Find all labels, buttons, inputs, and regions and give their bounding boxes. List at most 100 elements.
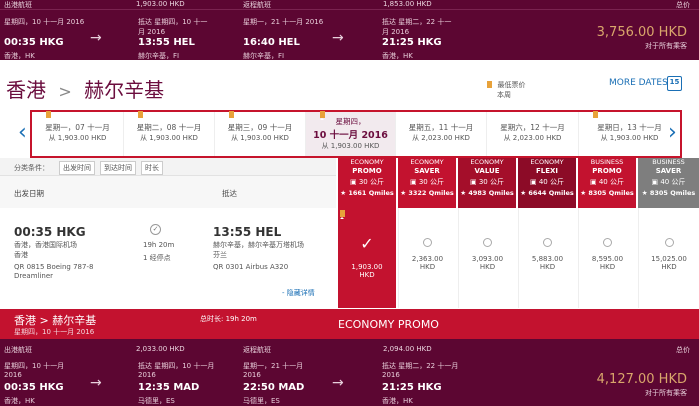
seg2-dep-place: 马德里，ES — [243, 397, 280, 405]
outbound-label: 出港航班 — [4, 346, 32, 354]
bookmark-icon — [320, 111, 325, 120]
more-dates-link[interactable]: MORE DATES — [609, 78, 668, 88]
hide-details-link[interactable]: - 隐藏详情 — [282, 288, 315, 298]
price-amount: 1,903.00 — [351, 263, 383, 271]
fare-name: SAVER — [414, 167, 440, 175]
flight-row[interactable]: 00:35 HKG 香港，香港国际机场 香港 QR 0815 Boeing 78… — [0, 208, 336, 308]
outbound-price: 2,033.00 HKD — [136, 345, 185, 353]
top-itinerary-summary[interactable]: 出港航班 1,903.00 HKD 返程航班 1,853.00 HKD 总价 星… — [0, 0, 699, 60]
date-label: 星期一，07 十一月 — [45, 123, 110, 132]
date-price: 从 2,023.00 HKD — [412, 134, 470, 142]
date-price: 从 1,903.00 HKD — [321, 142, 380, 150]
return-label: 返程航班 — [243, 346, 271, 354]
calendar-day-number: 15 — [669, 78, 680, 86]
arrow-right-icon: → — [90, 375, 102, 391]
price-cell[interactable]: 8,595.00 HKD — [578, 208, 636, 308]
price-cell[interactable]: 3,093.00 HKD — [458, 208, 516, 308]
price-cell[interactable]: 2,363.00 HKD — [398, 208, 456, 308]
radio-button[interactable] — [483, 238, 492, 247]
seg2-arr-date: 抵达 星期二，22 十一月 2016 — [382, 362, 459, 379]
fare-economy-value[interactable]: ECONOMY VALUE ▣ 30 公斤 ★ 4983 Qmiles — [458, 158, 516, 208]
baggage-icon: ▣ — [410, 178, 419, 186]
seg1-dep-place: 香港，HK — [4, 52, 35, 60]
return-label: 返程航班 — [243, 1, 271, 9]
flight-dep-city: 香港 — [14, 251, 28, 259]
outbound-price: 1,903.00 HKD — [136, 0, 185, 8]
date-option[interactable]: 星期三，09 十一月 从 1,903.00 HKD — [215, 111, 306, 156]
fare-economy-promo[interactable]: ECONOMY PROMO ▣ 30 公斤 ★ 1661 Qmiles — [338, 158, 396, 208]
clock-icon: ✓ — [150, 224, 161, 235]
seg1-arr-date: 抵达 星期四，10 十一月 2016 — [138, 18, 208, 36]
fare-business-saver[interactable]: BUSINESS SAVER ▣ 40 公斤 ★ 8305 Qmiles — [638, 158, 699, 208]
bottom-itinerary-summary[interactable]: 香港 > 赫尔辛基 星期四，10 十一月 2016 总时长: 19h 20m E… — [0, 309, 699, 406]
fare-baggage: 30 公斤 — [418, 178, 444, 186]
calendar-icon[interactable]: 15 — [667, 76, 682, 91]
date-selector: 星期一，07 十一月 从 1,903.00 HKD 星期二，08 十一月 从 1… — [30, 110, 682, 158]
fare-economy-flexi[interactable]: ECONOMY FLEXI ▣ 40 公斤 ★ 6644 Qmiles — [518, 158, 576, 208]
fare-miles: 3322 Qmiles — [408, 189, 454, 197]
price-cell[interactable]: 15,025.00 HKD — [638, 208, 699, 308]
flight-stops: 1 经停点 — [143, 254, 171, 262]
date-option-selected[interactable]: 星期四， 10 十一月 2016 从 1,903.00 HKD — [306, 111, 396, 156]
date-option[interactable]: 星期二，08 十一月 从 1,903.00 HKD — [124, 111, 215, 156]
date-price: 从 1,903.00 HKD — [231, 134, 289, 142]
price-amount: 3,093.00 — [471, 255, 504, 263]
next-dates-chevron-icon[interactable]: › — [668, 120, 677, 145]
seg1-dep-place: 香港，HK — [4, 397, 35, 405]
fare-cabin: BUSINESS — [652, 158, 685, 166]
radio-button[interactable] — [664, 238, 674, 247]
price-cell-selected[interactable]: ✓ 1,903.00 HKD — [338, 208, 396, 308]
next-itinerary-summary[interactable]: 出港航班 2,033.00 HKD 返程航班 2,094.00 HKD 总价 星… — [0, 339, 699, 406]
radio-button[interactable] — [543, 238, 552, 247]
date-price: 从 1,903.00 HKD — [48, 134, 107, 142]
fare-miles: 1661 Qmiles — [348, 189, 394, 197]
route-from: 香港 — [6, 78, 46, 102]
flight-arr-time: 13:55 HEL — [213, 225, 282, 239]
date-label: 星期五，11 十一月 — [408, 123, 474, 132]
flight-arr-airport: 赫尔辛基，赫尔辛基万塔机场 — [213, 241, 304, 249]
fare-miles: 6644 Qmiles — [528, 189, 574, 197]
baggage-icon: ▣ — [350, 178, 359, 186]
sort-arrival-button[interactable]: 到达时间 — [100, 161, 136, 175]
radio-button[interactable] — [423, 238, 432, 247]
fare-economy-saver[interactable]: ECONOMY SAVER ▣ 30 公斤 ★ 3322 Qmiles — [398, 158, 456, 208]
bookmark-icon — [46, 111, 51, 120]
prev-dates-chevron-icon[interactable]: ‹ — [18, 120, 27, 145]
total-label: 总价 — [676, 1, 690, 9]
date-label: 星期日，13 十一月 — [597, 123, 662, 132]
price-currency: HKD — [479, 263, 496, 271]
selected-fare-name: ECONOMY PROMO — [338, 318, 439, 331]
fare-miles: 4983 Qmiles — [468, 189, 514, 197]
bookmark-icon — [487, 81, 492, 90]
seg2-arr-time: 21:25 HKG — [382, 37, 442, 48]
fare-cabin: ECONOMY — [470, 158, 504, 166]
fare-cabin: ECONOMY — [350, 158, 384, 166]
route-title: 香港 > 赫尔辛基 — [6, 74, 164, 103]
date-option[interactable]: 星期六，12 十一月 从 2,023.00 HKD — [487, 112, 579, 156]
date-price: 从 1,903.00 HKD — [600, 134, 659, 142]
selected-duration: 总时长: 19h 20m — [200, 315, 257, 323]
fare-business-promo[interactable]: BUSINESS PROMO ▣ 40 公斤 ★ 8305 Qmiles — [578, 158, 636, 208]
bookmark-icon — [138, 111, 143, 120]
fare-name: VALUE — [474, 167, 500, 175]
radio-button[interactable] — [603, 238, 612, 247]
date-price: 从 2,023.00 HKD — [503, 134, 562, 142]
seg2-arr-date: 抵达 星期二，22 十一月 2016 — [382, 18, 452, 36]
summary-header — [0, 0, 699, 10]
sort-bar — [0, 158, 336, 176]
date-option[interactable]: 星期日，13 十一月 从 1,903.00 HKD — [579, 111, 680, 156]
baggage-icon: ▣ — [590, 178, 599, 186]
price-amount: 8,595.00 — [591, 255, 624, 263]
column-header — [0, 176, 336, 208]
seg2-dep-time: 16:40 HEL — [243, 37, 300, 48]
date-option[interactable]: 星期一，07 十一月 从 1,903.00 HKD — [32, 111, 124, 156]
sort-duration-button[interactable]: 时长 — [141, 161, 163, 175]
route-separator: > — [58, 82, 72, 101]
seg1-arr-place: 马德里，ES — [138, 397, 175, 405]
seg1-arr-place: 赫尔辛基，FI — [138, 52, 180, 60]
date-option[interactable]: 星期五，11 十一月 从 2,023.00 HKD — [396, 112, 487, 156]
price-cell[interactable]: 5,883.00 HKD — [518, 208, 576, 308]
outbound-label: 出港航班 — [4, 1, 32, 9]
flight-arr-city: 芬兰 — [213, 251, 227, 259]
sort-departure-button[interactable]: 出发时间 — [59, 161, 95, 175]
